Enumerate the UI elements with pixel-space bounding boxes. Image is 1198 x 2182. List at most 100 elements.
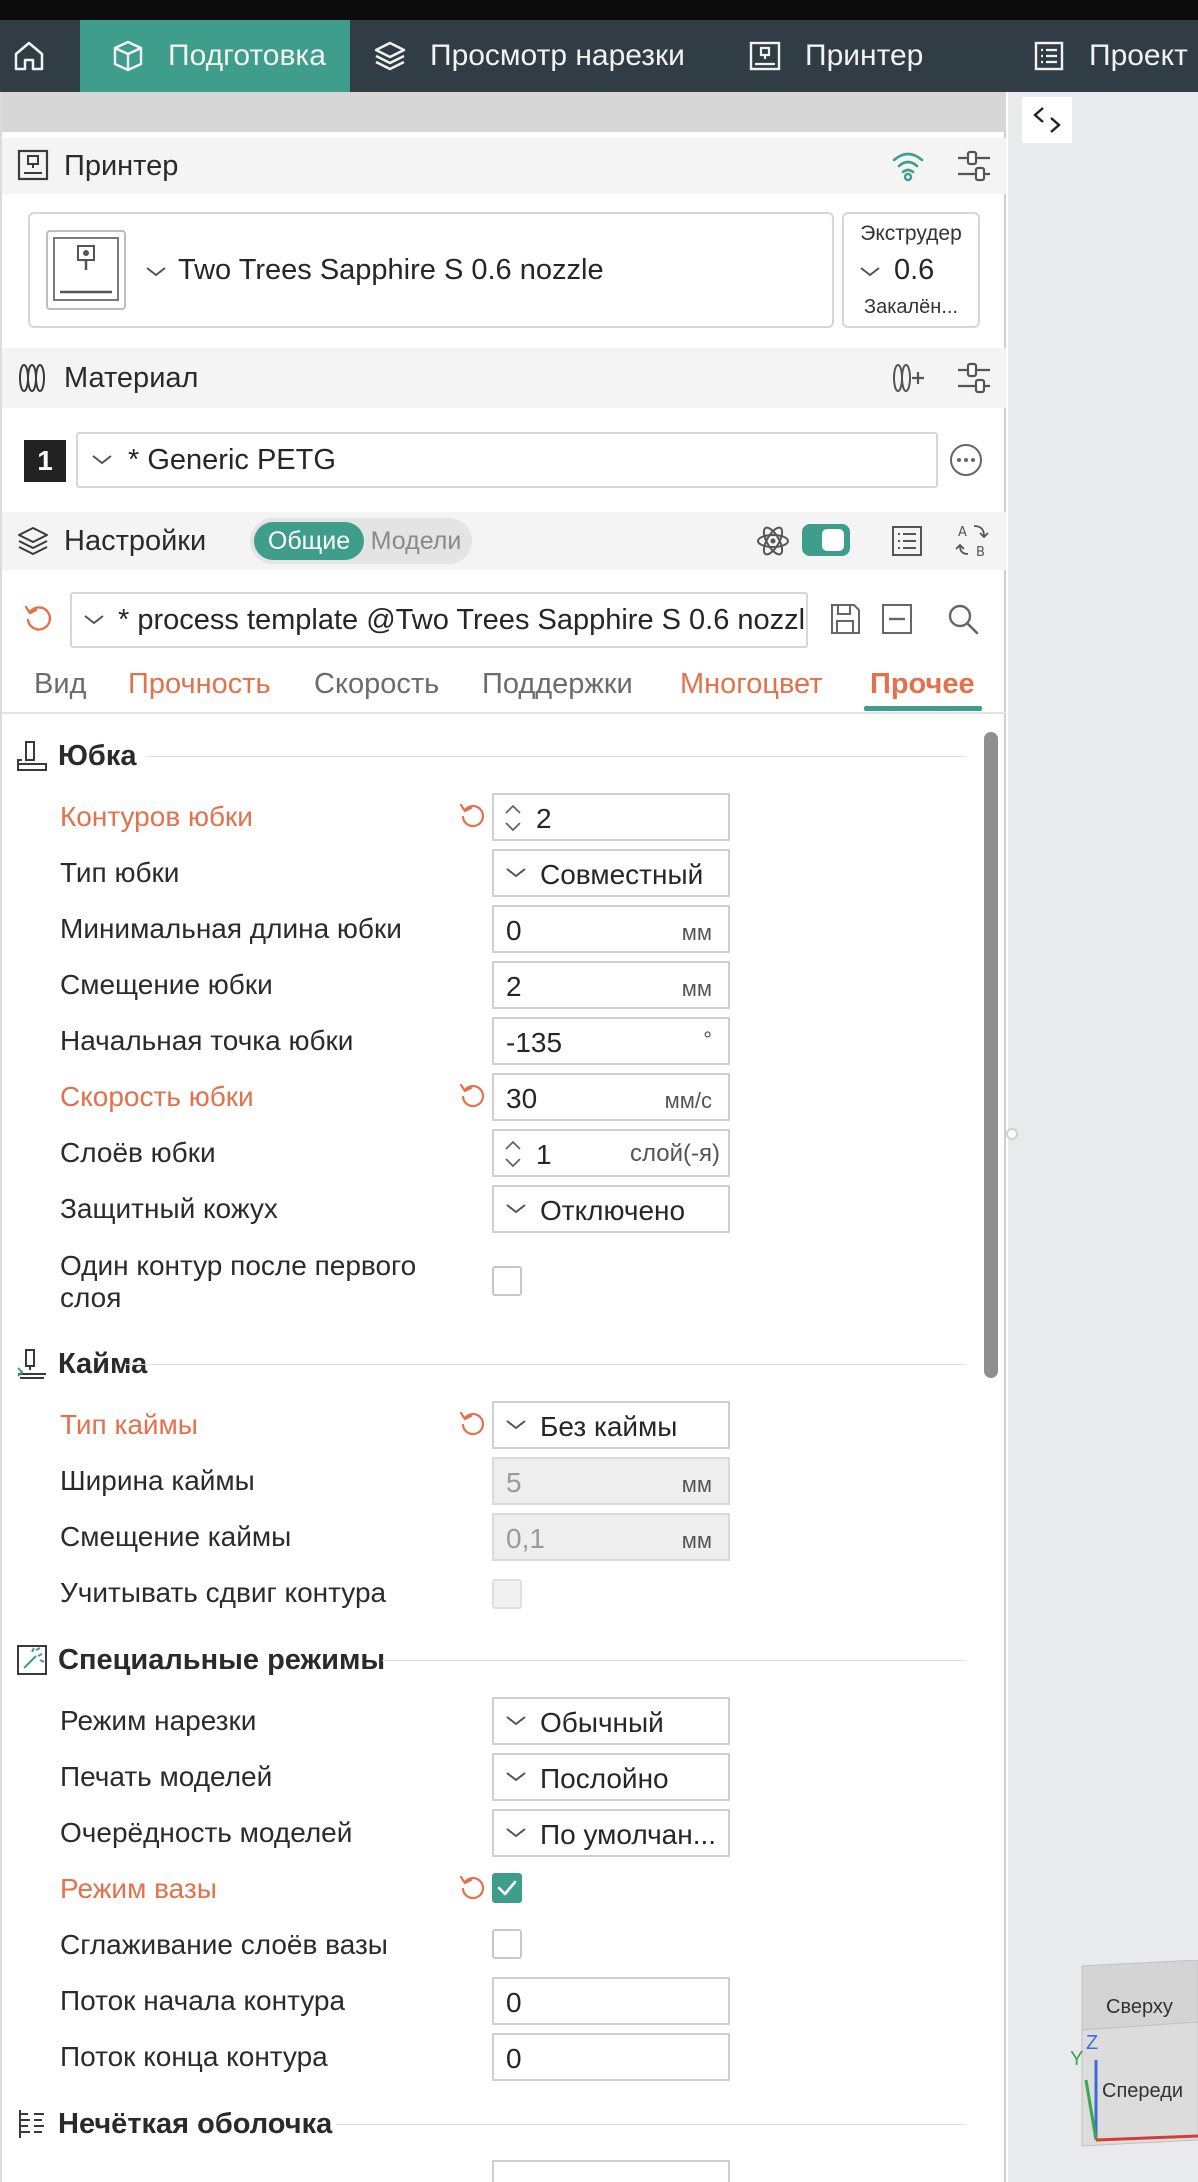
wifi-icon[interactable] <box>888 146 928 186</box>
toggle-objects[interactable]: Модели <box>364 522 468 560</box>
single-loop-checkbox[interactable] <box>492 1266 522 1296</box>
tab-project-label: Проект <box>1089 39 1188 72</box>
tab-strength[interactable]: Прочность <box>128 668 271 701</box>
compare-ab-icon[interactable]: AB <box>954 520 994 560</box>
object-order-label: Очерёдность моделей <box>60 1817 353 1848</box>
brim-type-label: Тип каймы <box>60 1409 198 1440</box>
draft-shield-dropdown[interactable]: Отключено <box>492 1185 730 1233</box>
tab-support[interactable]: Поддержки <box>482 668 633 701</box>
cube-front-face[interactable]: Спереди <box>1102 2080 1183 2103</box>
process-tabs: Вид Прочность Скорость Поддержки Многоцв… <box>2 664 1006 711</box>
fuzzy-skin-dropdown[interactable] <box>492 2160 730 2182</box>
tab-printer-label: Принтер <box>805 39 924 72</box>
list-icon[interactable] <box>888 522 926 560</box>
3d-viewport[interactable] <box>1008 92 1198 2182</box>
brim-offset-value: 0,1 <box>506 1523 545 1554</box>
skirt-loops-value: 2 <box>536 803 552 834</box>
unit-label: слой(-я) <box>630 1140 720 1167</box>
svg-text:B: B <box>976 545 985 560</box>
slicing-mode-value: Обычный <box>540 1707 664 1738</box>
reset-icon[interactable] <box>458 801 488 831</box>
printer-thumbnail <box>46 230 126 310</box>
printer-settings-icon[interactable] <box>954 146 994 186</box>
filament-selector[interactable]: * Generic PETG <box>76 432 938 488</box>
vase-smoothing-checkbox[interactable] <box>492 1929 522 1959</box>
advanced-toggle[interactable] <box>802 524 850 556</box>
filament-slot-badge[interactable]: 1 <box>24 440 66 482</box>
vase-mode-label: Режим вазы <box>60 1873 217 1904</box>
tab-printer[interactable]: Принтер <box>705 20 1015 92</box>
flow-end-label: Поток конца контура <box>60 2041 328 2072</box>
tab-others[interactable]: Прочее <box>870 668 975 701</box>
skirt-loops-stepper[interactable]: 2 <box>492 793 730 841</box>
tabs-divider <box>2 712 1006 714</box>
print-sequence-dropdown[interactable]: Послойно <box>492 1753 730 1801</box>
brim-width-input: 5 мм <box>492 1457 730 1505</box>
settings-scope-toggle[interactable]: Общие Модели <box>250 518 472 564</box>
slicing-mode-dropdown[interactable]: Обычный <box>492 1697 730 1745</box>
reset-icon[interactable] <box>458 1081 488 1111</box>
flow-end-input[interactable]: 0 <box>492 2033 730 2081</box>
spin-arrows-icon[interactable] <box>502 1135 524 1173</box>
skirt-distance-label: Смещение юбки <box>60 969 273 1000</box>
skirt-start-angle-value: -135 <box>506 1027 563 1058</box>
more-options-icon[interactable] <box>948 442 984 478</box>
cube-icon <box>113 40 143 72</box>
tab-home[interactable] <box>0 20 80 92</box>
group-divider <box>336 2124 966 2125</box>
brim-width-value: 5 <box>506 1467 522 1498</box>
nozzle-size: 0.6 <box>894 254 935 286</box>
chevron-down-icon <box>146 267 166 277</box>
cube-top-face[interactable]: Сверху <box>1106 1996 1173 2019</box>
tab-multimaterial[interactable]: Многоцвет <box>680 668 823 701</box>
add-filament-icon[interactable] <box>888 358 928 398</box>
material-settings-icon[interactable] <box>954 358 994 398</box>
spin-arrows-icon[interactable] <box>502 799 524 837</box>
save-icon[interactable] <box>826 600 864 638</box>
brim-icon <box>17 1349 46 1379</box>
collapse-panel-button[interactable] <box>1022 97 1072 143</box>
skirt-distance-input[interactable]: 2 мм <box>492 961 730 1009</box>
layers-icon <box>18 527 48 555</box>
process-selector[interactable]: * process template @Two Trees Sapphire S… <box>70 592 808 648</box>
skirt-start-angle-input[interactable]: -135 ° <box>492 1017 730 1065</box>
search-icon[interactable] <box>944 600 982 638</box>
tab-prepare[interactable]: Подготовка <box>80 20 350 92</box>
skirt-type-label: Тип юбки <box>60 857 180 888</box>
panel-scrollbar[interactable] <box>984 732 998 1378</box>
material-section-title: Материал <box>64 361 199 394</box>
delete-preset-icon[interactable] <box>878 600 916 638</box>
nozzle-type: Закалён... <box>863 296 959 318</box>
unit-label: мм <box>681 1528 712 1553</box>
checkmark-icon <box>497 1880 517 1896</box>
vase-smoothing-label: Сглаживание слоёв вазы <box>60 1929 388 1960</box>
printer-selector[interactable]: Two Trees Sapphire S 0.6 nozzle <box>28 212 834 328</box>
skirt-layers-stepper[interactable]: 1 слой(-я) <box>492 1129 730 1177</box>
tab-preview[interactable]: Просмотр нарезки <box>350 20 705 92</box>
view-cube[interactable]: Сверху Спереди Z Y <box>1070 1959 1198 2150</box>
toggle-global[interactable]: Общие <box>254 522 364 560</box>
reset-icon[interactable] <box>458 1409 488 1439</box>
flow-start-input[interactable]: 0 <box>492 1977 730 2025</box>
skirt-min-length-input[interactable]: 0 мм <box>492 905 730 953</box>
chevron-down-icon <box>92 455 112 465</box>
tab-quality[interactable]: Вид <box>34 668 86 701</box>
panel-resize-handle[interactable] <box>1006 1128 1018 1140</box>
object-order-dropdown[interactable]: По умолчан... <box>492 1809 730 1857</box>
skirt-type-dropdown[interactable]: Совместный <box>492 849 730 897</box>
tab-speed[interactable]: Скорость <box>314 668 439 701</box>
unit-label: мм <box>681 1472 712 1497</box>
skirt-speed-input[interactable]: 30 мм/с <box>492 1073 730 1121</box>
vase-mode-checkbox[interactable] <box>492 1873 522 1903</box>
extruder-selector[interactable]: Экструдер 0.6 Закалён... <box>842 212 980 328</box>
unit-label: мм <box>681 920 712 945</box>
brim-type-dropdown[interactable]: Без каймы <box>492 1401 730 1449</box>
tab-project[interactable]: Проект <box>1015 20 1198 92</box>
unit-label: ° <box>703 1027 712 1052</box>
group-fuzzy-label: Нечёткая оболочка <box>58 2107 333 2140</box>
reset-icon[interactable] <box>458 1873 488 1903</box>
reset-icon[interactable] <box>22 602 56 636</box>
unit-label: мм <box>681 976 712 1001</box>
printer-section-title: Принтер <box>64 149 179 182</box>
atom-icon[interactable] <box>754 522 792 560</box>
